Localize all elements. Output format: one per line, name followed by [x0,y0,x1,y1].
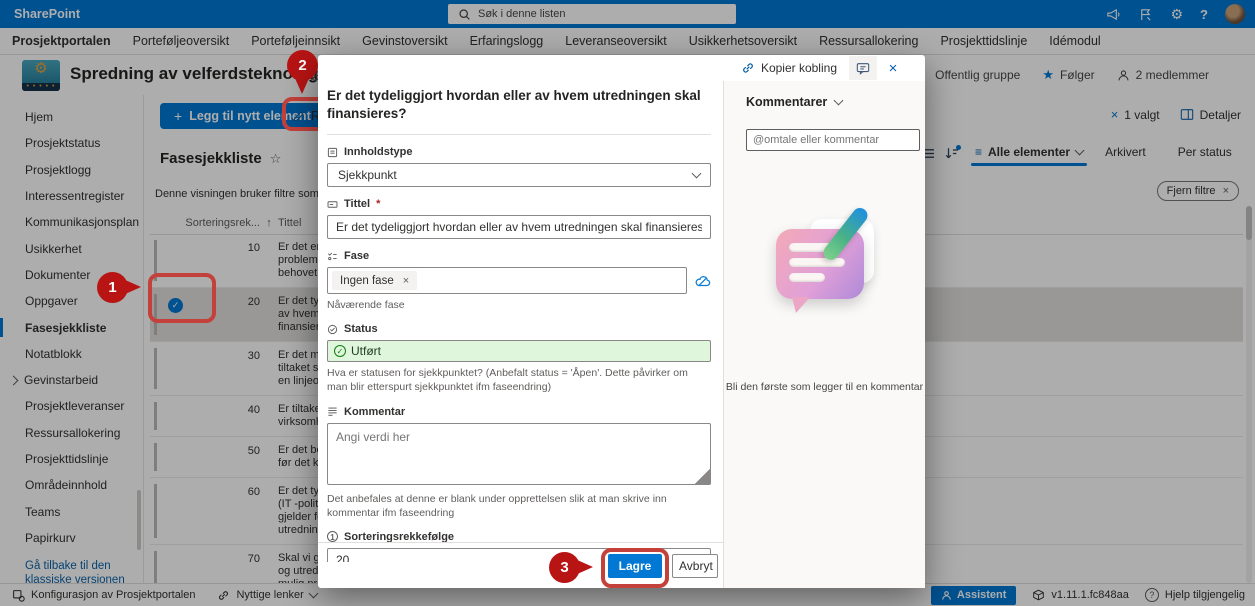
dialog-form: Er det tydeliggjort hvordan eller av hve… [318,81,723,562]
field-label: Fase [344,250,369,262]
content-type-icon [327,147,338,158]
field-innholdstype: Innholdstype Sjekkpunkt [327,146,711,187]
chat-bubble-graphic [776,229,864,299]
content-type-dropdown[interactable]: Sjekkpunkt [327,163,711,187]
phase-picker[interactable]: Ingen fase × [327,267,687,294]
annotation-rect-checkbox [148,273,216,323]
chevron-down-icon [834,96,844,106]
comment-input[interactable] [746,129,920,151]
link-icon [741,61,755,75]
title-input[interactable] [327,215,711,239]
status-field[interactable]: ✓ Utført [327,340,711,362]
field-helper: Nåværende fase [327,298,711,312]
comments-empty-illustration [776,211,886,331]
phase-tag: Ingen fase × [332,271,417,290]
annotation-rect-save [601,548,669,588]
annotation-balloon-1: 1 [97,272,128,303]
number-field-icon: 1 [327,531,338,542]
multiline-text-icon [327,406,338,417]
field-status: Status ✓ Utført Hva er statusen for sjek… [327,323,711,394]
dialog-header: Kopier kobling × [318,55,925,81]
edit-item-dialog: Kopier kobling × Er det tydeliggjort hvo… [318,55,925,588]
field-helper: Hva er statusen for sjekkpunktet? (Anbef… [327,366,711,394]
sync-cloud-icon[interactable] [695,274,711,288]
comments-title[interactable]: Kommentarer [746,95,925,109]
comment-textarea[interactable] [327,423,711,485]
annotation-balloon-2: 2 [287,50,318,81]
choice-icon [327,251,338,262]
field-label: Status [344,323,378,335]
comments-panel: Kommentarer Bli den første som legger ti… [723,81,925,588]
comments-empty-text: Bli den første som legger til en komment… [724,381,925,393]
field-label: Innholdstype [344,146,412,158]
field-label: Kommentar [344,406,405,418]
field-label: Tittel [344,198,370,210]
sharepoint-page: SharePoint Søk i denne listen ⚙ ? Prosje… [0,0,1255,606]
remove-tag-icon[interactable]: × [403,275,409,287]
field-helper: Det anbefales at denne er blank under op… [327,492,711,520]
comments-toggle-button[interactable] [849,56,877,80]
dialog-close-button[interactable]: × [881,56,905,80]
field-fase: Fase Ingen fase × Nåværende fase [327,250,711,312]
chevron-down-icon [692,169,702,179]
text-field-icon [327,199,338,210]
copy-link-button[interactable]: Kopier kobling [741,61,837,75]
required-asterisk: * [376,198,380,210]
cancel-button[interactable]: Avbryt [672,554,718,578]
annotation-balloon-3: 3 [549,552,580,583]
field-kommentar: Kommentar Det anbefales at denne er blan… [327,406,711,520]
field-tittel: Tittel * [327,198,711,239]
status-done-check-icon: ✓ [334,345,346,357]
status-check-icon [327,324,338,335]
dialog-title: Er det tydeliggjort hvordan eller av hve… [327,85,711,135]
